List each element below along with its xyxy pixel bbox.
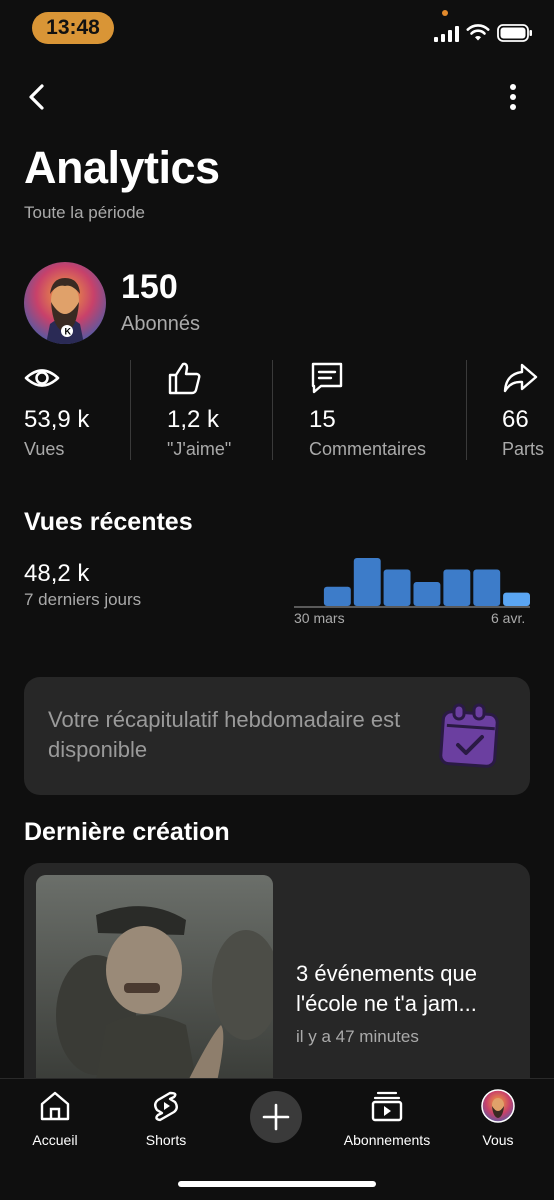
plus-icon xyxy=(262,1103,290,1131)
chevron-left-icon xyxy=(29,84,44,110)
chart-bar xyxy=(383,569,411,606)
nav-label-home: Accueil xyxy=(32,1132,78,1148)
chart-bar xyxy=(353,558,381,606)
chart-end-label: 6 avr. xyxy=(491,610,526,626)
recent-views-value: 48,2 k xyxy=(24,560,90,587)
nav-item-shorts[interactable]: Shorts xyxy=(116,1089,216,1149)
svg-text:K: K xyxy=(65,327,72,337)
views-label: Vues xyxy=(24,439,65,459)
nav-label-shorts: Shorts xyxy=(145,1132,187,1148)
comments-label: Commentaires xyxy=(309,439,427,459)
status-time: 13:48 xyxy=(32,12,114,44)
thumbs-up-icon xyxy=(168,362,201,395)
video-time-ago: il y a 47 minutes xyxy=(296,1027,419,1046)
video-title: 3 événements que l'école ne t'a jam... xyxy=(296,961,478,1016)
home-icon xyxy=(40,1091,70,1121)
chart-bar xyxy=(413,582,441,606)
eye-icon xyxy=(24,369,60,387)
battery-icon xyxy=(497,24,532,42)
period-selector[interactable]: Toute la période xyxy=(24,203,145,223)
create-button[interactable] xyxy=(250,1091,302,1143)
weekly-recap-text: Votre récapitulatif hebdomadaire est dis… xyxy=(48,707,401,762)
chart-start-label: 30 mars xyxy=(294,610,345,626)
nav-item-you[interactable]: Vous xyxy=(448,1089,548,1149)
nav-label-subscriptions: Abonnements xyxy=(343,1132,431,1148)
nav-item-home[interactable]: Accueil xyxy=(5,1089,105,1149)
signal-icon xyxy=(434,26,459,42)
likes-value: 1,2 k xyxy=(167,406,220,433)
chart-bar xyxy=(323,586,351,606)
views-value: 53,9 k xyxy=(24,406,90,433)
bottom-navigation: Accueil Shorts Abonnements Vous xyxy=(0,1078,554,1200)
channel-avatar[interactable]: K xyxy=(24,262,106,344)
latest-creation-title: Dernière création xyxy=(24,818,230,846)
comments-value: 15 xyxy=(309,406,336,433)
stat-divider xyxy=(466,360,467,460)
calendar-check-icon xyxy=(439,703,499,768)
recent-views-title: Vues récentes xyxy=(24,508,193,536)
more-options-button[interactable] xyxy=(496,80,530,114)
recent-views-period: 7 derniers jours xyxy=(24,590,142,609)
home-indicator xyxy=(178,1181,376,1187)
back-button[interactable] xyxy=(20,80,54,114)
page-title: Analytics xyxy=(24,142,220,193)
likes-label: "J'aime" xyxy=(167,439,232,459)
stat-divider xyxy=(130,360,131,460)
weekly-recap-card[interactable]: Votre récapitulatif hebdomadaire est dis… xyxy=(24,677,530,795)
privacy-indicator-dot xyxy=(442,10,448,16)
share-icon xyxy=(503,363,538,393)
chart-bar xyxy=(443,569,471,606)
stat-divider xyxy=(272,360,273,460)
more-vertical-icon xyxy=(510,84,516,110)
chart-bar xyxy=(503,592,530,606)
subscribers-label: Abonnés xyxy=(121,313,200,335)
shorts-icon xyxy=(154,1091,178,1122)
subscribers-count: 150 xyxy=(121,268,178,306)
avatar xyxy=(481,1089,515,1123)
shares-value: 66 xyxy=(502,406,529,433)
wifi-icon xyxy=(466,24,490,41)
status-bar: 13:48 xyxy=(0,0,554,60)
shares-label: Parts xyxy=(502,439,545,459)
subscriptions-icon xyxy=(371,1091,403,1122)
nav-label-you: Vous xyxy=(482,1132,514,1148)
chart-bar xyxy=(473,569,501,606)
nav-item-subscriptions[interactable]: Abonnements xyxy=(337,1089,437,1149)
channel-avatar-image: K xyxy=(24,262,106,344)
comment-icon xyxy=(311,362,343,394)
